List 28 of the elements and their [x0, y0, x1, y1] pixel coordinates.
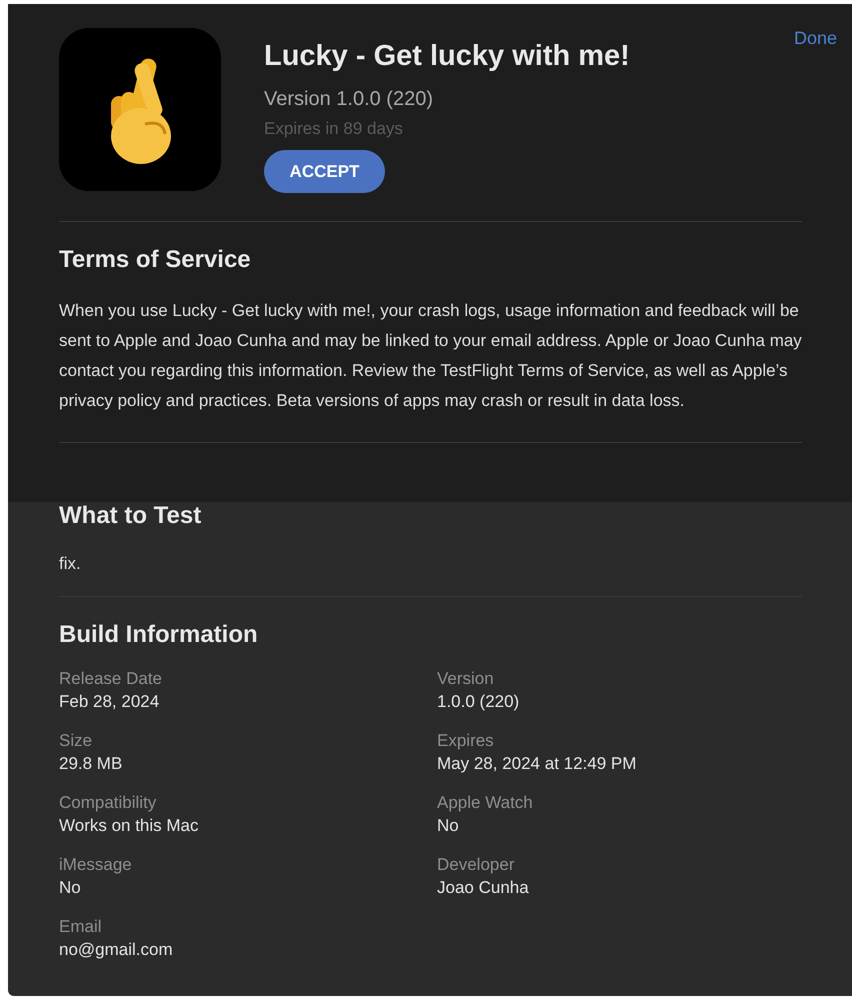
field-value: Joao Cunha	[437, 877, 530, 899]
field-label: Release Date	[59, 668, 164, 690]
section-heading: Build Information	[59, 620, 259, 650]
expiry-label: Expires in 89 days	[264, 118, 404, 140]
app-title: Lucky - Get lucky with me!	[264, 39, 630, 74]
field-value: May 28, 2024 at 12:49 PM	[437, 753, 638, 775]
field-label: Email	[59, 916, 103, 938]
field-value: 29.8 MB	[59, 753, 124, 775]
field-label: Expires	[437, 730, 495, 752]
version-label: Version 1.0.0 (220)	[264, 87, 434, 112]
terms-paragraph: When you use Lucky - Get lucky with me!, your crash logs, usage information and feedback will be sent to Apple and Joao Cunha and may be linked to your email address. Apple or Joao Cunha may contact you regarding this information. Review the TestFlight Terms of Service, as well as Apple’s privacy policy and practices. Beta versions of apps may crash or result in data loss.	[59, 300, 802, 412]
field-value: no@gmail.com	[59, 939, 174, 961]
field-label: Version	[437, 668, 495, 690]
field-label: Compatibility	[59, 792, 158, 814]
field-value: Feb 28, 2024	[59, 691, 160, 713]
test-notes: fix.	[59, 553, 82, 575]
field-label: iMessage	[59, 854, 133, 876]
field-label: Developer	[437, 854, 516, 876]
field-label: Apple Watch	[437, 792, 534, 814]
field-value: Works on this Mac	[59, 815, 200, 837]
section-heading: Terms of Service	[59, 245, 252, 275]
field-value: No	[59, 877, 82, 899]
done-button[interactable]: Done	[794, 25, 837, 52]
field-value: No	[437, 815, 460, 837]
section-heading: What to Test	[59, 501, 202, 531]
field-label: Size	[59, 730, 94, 752]
accept-button[interactable]: ACCEPT	[264, 150, 385, 193]
field-value: 1.0.0 (220)	[437, 691, 520, 713]
